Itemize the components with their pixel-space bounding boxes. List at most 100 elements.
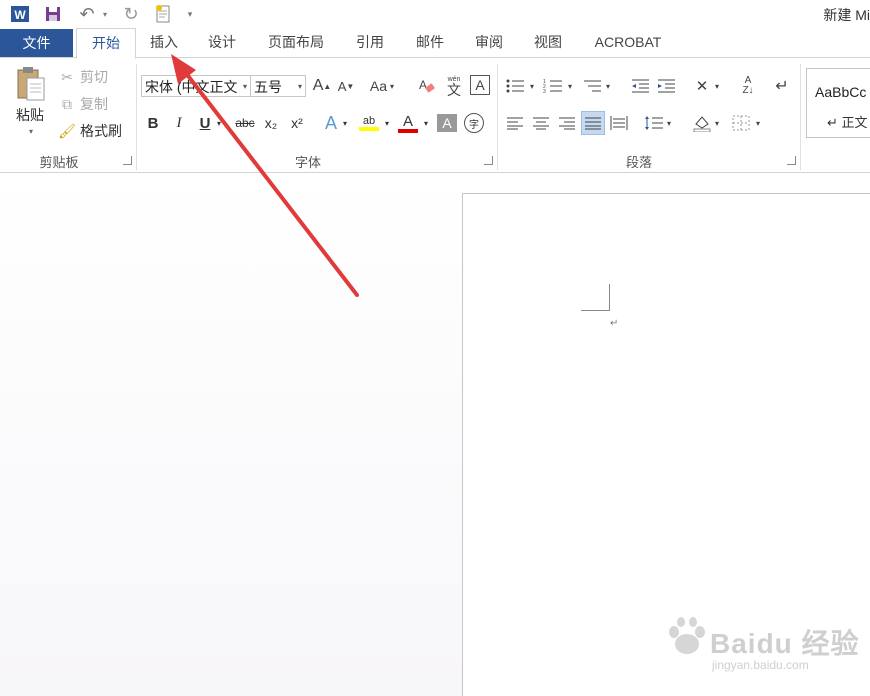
- tab-page-layout[interactable]: 页面布局: [258, 28, 334, 57]
- paragraph-launcher-icon[interactable]: [787, 156, 796, 165]
- multilevel-list-icon[interactable]: [580, 75, 604, 97]
- customize-icon[interactable]: ▾: [184, 3, 196, 25]
- character-shading-button[interactable]: A: [437, 114, 457, 132]
- paste-icon[interactable]: [16, 66, 46, 102]
- styles-gallery[interactable]: AaBbCc ↵ 正文: [806, 68, 870, 138]
- sort-icon[interactable]: A Z↓: [736, 75, 760, 97]
- change-case-icon: Aa: [369, 78, 388, 94]
- tab-review[interactable]: 审阅: [465, 28, 513, 57]
- shading-dropdown-icon[interactable]: ▾: [712, 112, 722, 134]
- save-icon[interactable]: [42, 3, 64, 25]
- character-border-button[interactable]: A: [470, 75, 490, 95]
- decrease-indent-icon[interactable]: [628, 75, 652, 97]
- font-color-dropdown-icon[interactable]: ▾: [421, 112, 431, 134]
- highlighter-icon: ab: [362, 114, 376, 127]
- title-bar: W ↶ ▾ ↻ ▾ 新建 Mi: [0, 0, 870, 28]
- multilevel-dropdown-icon[interactable]: ▾: [603, 75, 613, 97]
- font-launcher-icon[interactable]: [484, 156, 493, 165]
- tab-references[interactable]: 引用: [346, 28, 394, 57]
- scissors-icon: ✂: [61, 68, 73, 85]
- borders-dropdown-icon[interactable]: ▾: [753, 112, 763, 134]
- cut-label: 剪切: [80, 69, 108, 85]
- tab-mailings[interactable]: 邮件: [406, 28, 454, 57]
- ribbon-tabs: 文件 开始 插入 设计 页面布局 引用 邮件 审阅 视图 ACROBAT: [0, 28, 870, 59]
- tab-file[interactable]: 文件: [0, 29, 73, 58]
- new-doc-icon[interactable]: [152, 3, 174, 25]
- highlight-button[interactable]: ab: [356, 112, 382, 134]
- eraser-icon: A: [419, 78, 435, 93]
- chinese-layout-dropdown-icon[interactable]: ▾: [712, 75, 722, 97]
- enclose-characters-button[interactable]: 字: [463, 112, 485, 134]
- enclose-icon: 字: [464, 113, 484, 133]
- paste-dropdown-icon[interactable]: ▾: [24, 126, 38, 136]
- watermark-url: jingyan.baidu.com: [712, 658, 809, 672]
- numbering-dropdown-icon[interactable]: ▾: [565, 75, 575, 97]
- paste-button[interactable]: 粘贴: [10, 106, 50, 124]
- word-logo-icon[interactable]: W: [8, 3, 32, 25]
- clipboard-group-label: 剪贴板: [39, 155, 79, 170]
- watermark-brand: Baidu 经验: [710, 628, 860, 659]
- text-effects-dropdown-icon[interactable]: ▾: [340, 112, 350, 134]
- change-case-button[interactable]: Aa ▾: [366, 75, 398, 97]
- shading-icon[interactable]: [690, 112, 714, 134]
- superscript-button[interactable]: x²: [286, 112, 308, 134]
- redo-icon[interactable]: ↻: [120, 3, 142, 25]
- numbering-icon[interactable]: 123: [541, 75, 565, 97]
- style-name: ↵ 正文: [827, 115, 868, 130]
- phonetic-guide-button[interactable]: wén 文: [443, 72, 465, 100]
- align-center-icon[interactable]: [529, 112, 553, 134]
- highlight-dropdown-icon[interactable]: ▾: [382, 112, 392, 134]
- group-divider: [497, 64, 498, 170]
- underline-dropdown-icon[interactable]: ▾: [214, 112, 224, 134]
- cut-button[interactable]: ✂ 剪切: [58, 66, 108, 88]
- style-sample: AaBbCc: [815, 84, 867, 100]
- phonetic-bottom: 文: [447, 81, 461, 98]
- underline-button[interactable]: U: [194, 112, 216, 134]
- grow-font-button[interactable]: A ▲: [312, 75, 332, 97]
- group-divider: [136, 64, 137, 170]
- strikethrough-button[interactable]: abc: [232, 112, 258, 134]
- clear-formatting-button[interactable]: A: [416, 75, 438, 97]
- subscript-button[interactable]: x₂: [260, 112, 282, 134]
- align-right-icon[interactable]: [555, 112, 579, 134]
- tab-design[interactable]: 设计: [198, 28, 246, 57]
- svg-text:3: 3: [543, 89, 546, 94]
- undo-icon[interactable]: ↶: [76, 3, 98, 25]
- highlight-color-bar: [359, 126, 379, 131]
- format-painter-button[interactable]: 🖌 格式刷: [58, 120, 122, 142]
- font-size-dropdown-icon[interactable]: ▾: [298, 76, 302, 96]
- bullets-dropdown-icon[interactable]: ▾: [527, 75, 537, 97]
- bold-button[interactable]: B: [142, 112, 164, 134]
- align-left-icon[interactable]: [503, 112, 527, 134]
- character-border-icon: A: [475, 77, 485, 93]
- shrink-font-icon: A: [337, 78, 347, 94]
- increase-indent-icon[interactable]: [654, 75, 678, 97]
- italic-button[interactable]: I: [168, 112, 190, 134]
- svg-text:A: A: [419, 78, 427, 92]
- distributed-icon[interactable]: [607, 112, 631, 134]
- text-effects-button[interactable]: A: [320, 112, 342, 134]
- tab-view[interactable]: 视图: [524, 28, 572, 57]
- font-size-value: 五号: [254, 79, 282, 95]
- font-name-dropdown-icon[interactable]: ▾: [243, 76, 247, 96]
- copy-button[interactable]: ⧉ 复制: [58, 93, 108, 115]
- paintbrush-icon: 🖌: [58, 122, 76, 139]
- font-color-button[interactable]: A: [396, 112, 420, 134]
- copy-label: 复制: [80, 96, 108, 112]
- clipboard-launcher-icon[interactable]: [123, 156, 132, 165]
- line-spacing-icon[interactable]: [642, 112, 666, 134]
- font-name-combo[interactable]: 宋体 (中文正文 ▾: [141, 75, 251, 97]
- tab-insert[interactable]: 插入: [140, 28, 188, 57]
- tab-home[interactable]: 开始: [76, 28, 136, 59]
- font-size-combo[interactable]: 五号 ▾: [250, 75, 306, 97]
- line-spacing-dropdown-icon[interactable]: ▾: [664, 112, 674, 134]
- bullets-icon[interactable]: [503, 75, 527, 97]
- shrink-font-button[interactable]: A ▼: [336, 75, 356, 97]
- justify-icon[interactable]: [581, 111, 605, 135]
- grow-font-icon: A: [312, 77, 324, 94]
- undo-dropdown-icon[interactable]: ▾: [100, 3, 110, 25]
- chinese-layout-icon[interactable]: ✕: [690, 75, 714, 97]
- show-marks-icon[interactable]: ↵: [770, 75, 794, 97]
- borders-icon[interactable]: [729, 112, 753, 134]
- tab-acrobat[interactable]: ACROBAT: [584, 28, 672, 57]
